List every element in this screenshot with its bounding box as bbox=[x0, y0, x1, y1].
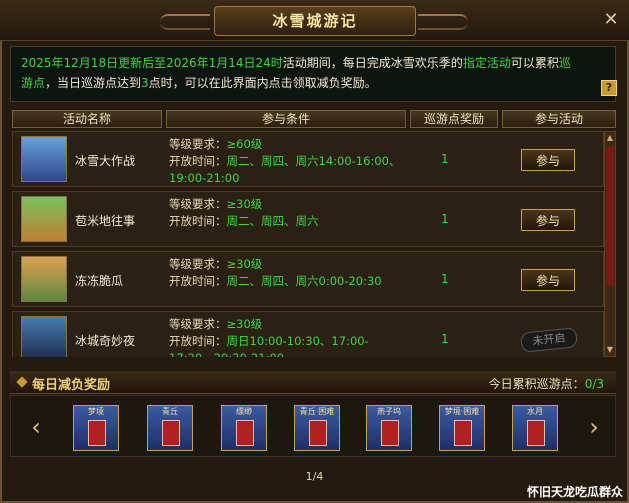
reward-card[interactable]: 燕子坞 bbox=[366, 405, 412, 451]
reward-status: 今日累积巡游点：0/3 bbox=[489, 375, 604, 392]
notice-link-activities[interactable]: 指定活动 bbox=[463, 56, 511, 70]
help-icon[interactable]: ? bbox=[601, 80, 617, 96]
reward-status-value: 0/3 bbox=[584, 377, 604, 391]
notice-threshold: 3 bbox=[141, 76, 149, 90]
event-notice: 2025年12月18日更新后至2026年1月14日24时活动期间，每日完成冰雪欢… bbox=[10, 46, 616, 102]
reward-card[interactable]: 缥缈 bbox=[221, 405, 267, 451]
level-value: ≥30级 bbox=[226, 197, 263, 211]
notice-text-2: 可以累积 bbox=[510, 56, 559, 70]
snow-tiger-icon bbox=[21, 136, 67, 182]
title-ornament-left bbox=[160, 14, 210, 30]
time-label: 开放时间： bbox=[169, 274, 227, 288]
scroll-seal-icon bbox=[454, 420, 472, 446]
activity-name: 冻冻脆瓜 bbox=[75, 274, 124, 288]
activity-conditions: 等级要求：≥30级 开放时间：周二、周四、周六 bbox=[169, 196, 409, 230]
scroll-seal-icon bbox=[162, 420, 180, 446]
header-points: 巡游点奖励 bbox=[410, 110, 498, 128]
list-scrollbar[interactable]: ▲ ▼ bbox=[604, 131, 616, 357]
frozen-melon-icon bbox=[21, 256, 67, 302]
level-value: ≥30级 bbox=[226, 257, 263, 271]
level-value: ≥60级 bbox=[226, 137, 263, 151]
notice-text-3: ，当日巡游点达到 bbox=[45, 76, 142, 90]
notice-text-4: 点时，可以在此界面内点击领取减负奖励。 bbox=[148, 76, 377, 90]
card-label: 青丘 bbox=[162, 407, 178, 416]
join-button[interactable]: 参与 bbox=[521, 149, 575, 171]
points-value: 1 bbox=[441, 212, 449, 226]
join-button[interactable]: 参与 bbox=[521, 269, 575, 291]
reward-card[interactable]: 梦境·困难 bbox=[439, 405, 485, 451]
level-label: 等级要求： bbox=[169, 257, 227, 271]
time-label: 开放时间： bbox=[169, 154, 227, 168]
level-label: 等级要求： bbox=[169, 317, 227, 331]
join-button[interactable]: 参与 bbox=[521, 209, 575, 231]
reward-title: 每日减负奖励 bbox=[32, 378, 111, 393]
card-label: 梦境·困难 bbox=[444, 407, 480, 416]
reward-card[interactable]: 青丘·困难 bbox=[294, 405, 340, 451]
window-title: 冰雪城游记 bbox=[214, 6, 416, 36]
activity-conditions: 等级要求：≥60级 开放时间：周二、周四、周六14:00-16:00、19:00… bbox=[169, 136, 409, 187]
card-label: 缥缈 bbox=[236, 407, 252, 416]
time-label: 开放时间： bbox=[169, 214, 227, 228]
card-label: 青丘·困难 bbox=[299, 407, 335, 416]
activity-name: 苞米地往事 bbox=[75, 214, 136, 228]
points-value: 1 bbox=[441, 272, 449, 286]
activity-row: 冰城奇妙夜 等级要求：≥30级 开放时间：周日10:00-10:30、17:00… bbox=[12, 311, 604, 357]
notice-text-1: 活动期间，每日完成冰雪欢乐季的 bbox=[282, 56, 463, 70]
level-label: 等级要求： bbox=[169, 137, 227, 151]
reward-card[interactable]: 梦境 bbox=[73, 405, 119, 451]
scroll-thumb[interactable] bbox=[606, 146, 614, 286]
activity-conditions: 等级要求：≥30级 开放时间：周日10:00-10:30、17:00-17:30… bbox=[169, 316, 409, 357]
reward-card[interactable]: 青丘 bbox=[147, 405, 193, 451]
scroll-down-icon[interactable]: ▼ bbox=[605, 344, 615, 356]
diamond-icon bbox=[16, 376, 28, 388]
prev-arrow-icon[interactable]: ‹ bbox=[26, 412, 46, 442]
time-label: 开放时间： bbox=[169, 334, 227, 348]
activity-name: 冰雪大作战 bbox=[75, 154, 136, 168]
activity-conditions: 等级要求：≥30级 开放时间：周二、周四、周六0:00-20:30 bbox=[169, 256, 409, 290]
reward-status-label: 今日累积巡游点： bbox=[488, 377, 585, 391]
title-bar: 冰雪城游记 ✕ bbox=[0, 0, 629, 41]
points-value: 1 bbox=[441, 332, 449, 346]
header-action: 参与活动 bbox=[502, 110, 616, 128]
level-label: 等级要求： bbox=[169, 197, 227, 211]
scroll-seal-icon bbox=[88, 420, 106, 446]
card-label: 燕子坞 bbox=[377, 407, 401, 416]
watermark-text: 怀旧天龙吃瓜群众 bbox=[526, 485, 623, 499]
card-label: 梦境 bbox=[88, 407, 104, 416]
header-condition: 参与条件 bbox=[166, 110, 406, 128]
time-value: 周二、周四、周六 bbox=[226, 214, 319, 228]
activity-row: 冰雪大作战 等级要求：≥60级 开放时间：周二、周四、周六14:00-16:00… bbox=[12, 131, 604, 187]
activity-list: 冰雪大作战 等级要求：≥60级 开放时间：周二、周四、周六14:00-16:00… bbox=[12, 131, 604, 357]
level-value: ≥30级 bbox=[226, 317, 263, 331]
title-ornament-right bbox=[418, 14, 468, 30]
next-arrow-icon[interactable]: › bbox=[584, 412, 604, 442]
header-name: 活动名称 bbox=[12, 110, 162, 128]
activity-row: 苞米地往事 等级要求：≥30级 开放时间：周二、周四、周六 1 参与 bbox=[12, 191, 604, 247]
close-icon[interactable]: ✕ bbox=[601, 10, 621, 30]
scroll-seal-icon bbox=[236, 420, 254, 446]
scroll-seal-icon bbox=[309, 420, 327, 446]
not-open-badge: 未开启 bbox=[520, 327, 578, 353]
corn-field-icon bbox=[21, 196, 67, 242]
time-value: 周二、周四、周六0:00-20:30 bbox=[226, 274, 382, 288]
scroll-up-icon[interactable]: ▲ bbox=[605, 132, 615, 144]
points-value: 1 bbox=[441, 152, 449, 166]
page-indicator: 1/4 bbox=[305, 470, 324, 483]
reward-card[interactable]: 水月 bbox=[512, 405, 558, 451]
notice-date: 2025年12月18日更新后至2026年1月14日24时 bbox=[21, 56, 283, 70]
scroll-seal-icon bbox=[381, 420, 399, 446]
ice-city-seal-icon bbox=[21, 316, 67, 357]
activity-row: 冻冻脆瓜 等级要求：≥30级 开放时间：周二、周四、周六0:00-20:30 1… bbox=[12, 251, 604, 307]
activity-name: 冰城奇妙夜 bbox=[75, 334, 136, 348]
scroll-seal-icon bbox=[527, 420, 545, 446]
card-label: 水月 bbox=[527, 407, 543, 416]
reward-header: 每日减负奖励 今日累积巡游点：0/3 bbox=[10, 371, 616, 394]
